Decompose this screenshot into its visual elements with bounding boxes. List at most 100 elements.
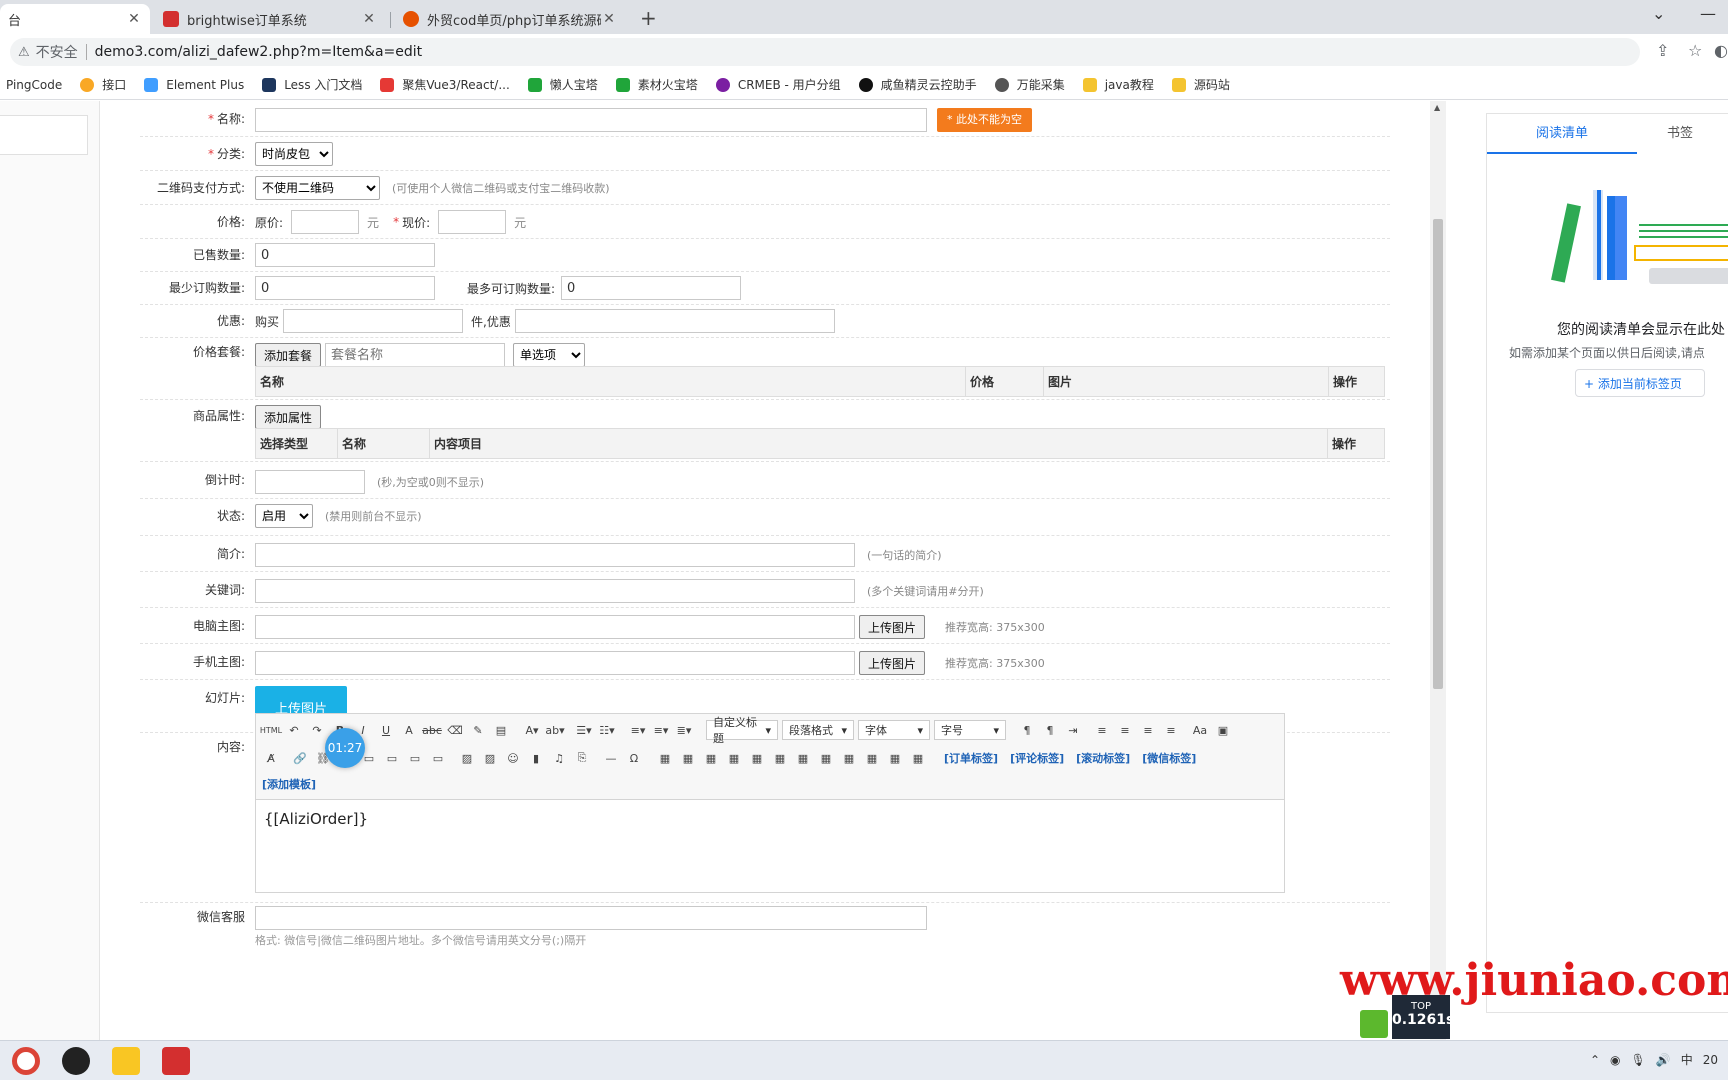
- input-lang[interactable]: 中: [1681, 1051, 1693, 1068]
- bookmark-item[interactable]: 咸鱼精灵云控助手: [858, 76, 977, 93]
- row-spacing-bottom-icon[interactable]: ≡▾: [652, 721, 670, 739]
- clock[interactable]: 20: [1703, 1053, 1718, 1067]
- add-template-button[interactable]: [添加模板]: [262, 776, 316, 792]
- preview-icon[interactable]: ▣: [1214, 721, 1232, 739]
- add-attribute-button[interactable]: 添加属性: [255, 405, 322, 429]
- mobile-image-input[interactable]: [255, 651, 855, 675]
- html-source-icon[interactable]: HTML: [260, 721, 282, 739]
- wechat-tag-button[interactable]: [微信标签]: [1142, 750, 1196, 766]
- table-merge-icon[interactable]: ▦: [794, 749, 812, 767]
- original-price-input[interactable]: [291, 210, 360, 234]
- align-left-icon[interactable]: ≡: [1093, 721, 1111, 739]
- scroll-thumb[interactable]: [1433, 219, 1443, 689]
- page-scrollbar[interactable]: ▲ ▼: [1430, 101, 1446, 1040]
- custom-title-dropdown[interactable]: 自定义标题 ▾: [706, 716, 778, 745]
- undo-icon[interactable]: ↶: [285, 721, 303, 739]
- bookmark-item[interactable]: java教程: [1082, 76, 1154, 93]
- current-price-input[interactable]: [438, 210, 507, 234]
- indent-icon[interactable]: ⇥: [1064, 721, 1082, 739]
- wps-icon[interactable]: [162, 1047, 190, 1075]
- case-icon[interactable]: Aa: [1191, 721, 1209, 739]
- close-icon[interactable]: ✕: [601, 11, 617, 27]
- new-tab-icon[interactable]: +: [640, 6, 657, 30]
- multi-image-icon[interactable]: ▨: [481, 749, 499, 767]
- discount-input[interactable]: [514, 309, 835, 333]
- pc-image-input[interactable]: [255, 615, 855, 639]
- bookmark-item[interactable]: Less 入门文档: [262, 76, 362, 93]
- image-right-icon[interactable]: ▭: [406, 749, 424, 767]
- paste-icon[interactable]: ▤: [492, 721, 510, 739]
- font-family-dropdown[interactable]: 字体 ▾: [858, 720, 930, 740]
- qq-icon[interactable]: [62, 1047, 90, 1075]
- bookmark-item[interactable]: 万能采集: [994, 76, 1065, 93]
- max-order-input[interactable]: [561, 276, 742, 300]
- name-input[interactable]: [255, 108, 927, 132]
- chevron-up-icon[interactable]: ⌃: [1590, 1053, 1600, 1067]
- redo-icon[interactable]: ↷: [308, 721, 326, 739]
- scroll-tag-button[interactable]: [滚动标签]: [1076, 750, 1130, 766]
- horizontal-rule-icon[interactable]: —: [602, 749, 620, 767]
- table-insert-row-icon[interactable]: ▦: [679, 749, 697, 767]
- special-char-icon[interactable]: Ω: [625, 749, 643, 767]
- mic-icon[interactable]: 🎙: [1631, 1053, 1646, 1067]
- tab-brightwise[interactable]: brightwise订单系统 ✕: [155, 4, 385, 34]
- ltr-icon[interactable]: ¶: [1018, 721, 1036, 739]
- url-field[interactable]: ⚠ 不安全 demo3.com/alizi_dafew2.php?m=Item&…: [10, 38, 1640, 66]
- video-icon[interactable]: ▮: [527, 749, 545, 767]
- align-right-icon[interactable]: ≡: [1139, 721, 1157, 739]
- line-height-icon[interactable]: ≣▾: [675, 721, 693, 739]
- back-to-top-button[interactable]: TOP 0.1261s: [1392, 995, 1454, 1039]
- image-center-icon[interactable]: ▭: [429, 749, 447, 767]
- file-explorer-icon[interactable]: [112, 1047, 140, 1075]
- volume-icon[interactable]: 🔊: [1656, 1053, 1671, 1067]
- tab-active[interactable]: 台 ✕: [0, 4, 150, 34]
- editor-body[interactable]: {[AliziOrder]}: [264, 810, 368, 828]
- upload-pc-image-button[interactable]: 上传图片: [859, 615, 926, 639]
- category-select[interactable]: 时尚皮包: [255, 142, 333, 166]
- table-merge-down-icon[interactable]: ▦: [817, 749, 835, 767]
- unordered-list-icon[interactable]: ☷▾: [598, 721, 616, 739]
- network-icon[interactable]: ◉: [1610, 1053, 1620, 1067]
- row-spacing-top-icon[interactable]: ≡▾: [629, 721, 647, 739]
- tab-cod[interactable]: 外贸cod单页/php订单系统源码/ ✕: [395, 4, 625, 34]
- bookmark-item[interactable]: CRMEB - 用户分组: [715, 76, 841, 93]
- table-merge-right-icon[interactable]: ▦: [840, 749, 858, 767]
- table-delete-row-icon[interactable]: ▦: [725, 749, 743, 767]
- attachment-icon[interactable]: ⎘: [573, 749, 591, 767]
- rtl-icon[interactable]: ¶: [1041, 721, 1059, 739]
- tab-bookmarks[interactable]: 书签: [1667, 114, 1727, 154]
- bookmark-item[interactable]: 接口: [80, 76, 126, 93]
- format-brush-icon[interactable]: ✎: [469, 721, 487, 739]
- wechat-input[interactable]: [255, 906, 927, 930]
- buy-qty-input[interactable]: [283, 309, 464, 333]
- add-current-tab-button[interactable]: + 添加当前标签页: [1575, 369, 1705, 397]
- bookmark-item[interactable]: 聚焦Vue3/React/...: [380, 76, 510, 93]
- eraser-icon[interactable]: ⌫: [446, 721, 464, 739]
- keywords-input[interactable]: [255, 579, 855, 603]
- qr-pay-select[interactable]: 不使用二维码: [255, 176, 380, 200]
- bookmark-item[interactable]: PingCode: [6, 78, 62, 92]
- font-color-icon[interactable]: A▾: [523, 721, 541, 739]
- tab-reading-list[interactable]: 阅读清单: [1487, 114, 1637, 154]
- table-split-cells-icon[interactable]: ▦: [863, 749, 881, 767]
- link-icon[interactable]: 🔗: [291, 749, 309, 767]
- highlight-icon[interactable]: ab▾: [545, 721, 564, 739]
- table-split-rows-icon[interactable]: ▦: [886, 749, 904, 767]
- strikethrough-icon[interactable]: abc: [422, 721, 442, 739]
- font-border-icon[interactable]: A: [400, 721, 418, 739]
- countdown-input[interactable]: [255, 470, 365, 494]
- format-clear-icon[interactable]: A̸: [262, 749, 280, 767]
- package-name-input[interactable]: [325, 343, 506, 367]
- order-tag-button[interactable]: [订单标签]: [944, 750, 998, 766]
- bookmark-item[interactable]: Element Plus: [144, 77, 244, 92]
- add-package-button[interactable]: 添加套餐: [255, 343, 322, 367]
- chrome-icon[interactable]: [12, 1047, 40, 1075]
- plugin-logo-icon[interactable]: [1360, 1010, 1388, 1038]
- underline-icon[interactable]: U: [377, 721, 395, 739]
- intro-input[interactable]: [255, 543, 855, 567]
- minimize-icon[interactable]: —: [1700, 4, 1716, 23]
- bookmark-item[interactable]: 素材火宝塔: [615, 76, 698, 93]
- ordered-list-icon[interactable]: ☰▾: [575, 721, 593, 739]
- upload-mobile-image-button[interactable]: 上传图片: [859, 651, 926, 675]
- font-size-dropdown[interactable]: 字号 ▾: [934, 720, 1006, 740]
